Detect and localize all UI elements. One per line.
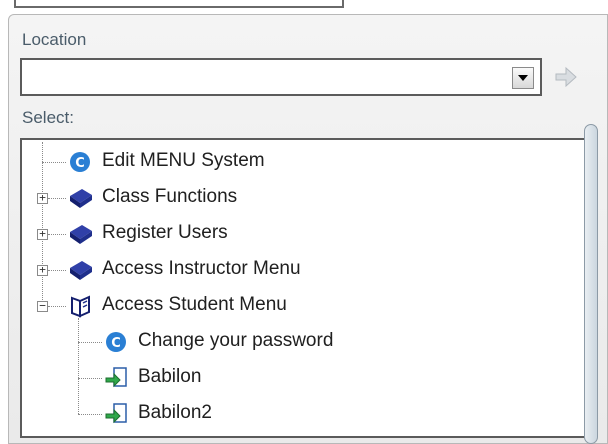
collapse-button[interactable]: − [37,300,48,312]
tree-item-access-instructor-menu[interactable]: Access Instructor Menu [68,256,388,286]
tree-connector [48,198,66,199]
cs-logo-icon: C [106,332,126,352]
tree-connector [48,306,66,307]
expand-button[interactable]: + [37,192,48,204]
cs-logo-icon: C [70,152,90,172]
tree-connector [48,234,66,235]
book-icon [70,261,92,280]
svg-text:C: C [111,336,121,351]
tree-connector [78,414,102,415]
tree-connector [78,378,102,379]
link-arrow-icon [105,367,127,388]
location-input[interactable] [26,64,510,92]
tree-item-edit-menu-system[interactable]: C Edit MENU System [68,148,368,178]
arrow-right-icon [555,66,577,88]
location-dropdown-button[interactable] [512,67,534,89]
tree-item-label: Access Instructor Menu [102,258,301,279]
tree-connector [42,142,43,310]
tree-item-class-functions[interactable]: Class Functions [68,184,368,214]
book-icon [70,225,92,244]
tree-connector [78,342,102,343]
tree-connector [78,318,79,414]
link-arrow-icon [105,403,127,424]
select-label: Select: [22,108,74,127]
tree-item-label: Edit MENU System [102,150,265,171]
tree-item-label: Class Functions [102,186,238,207]
tree-item-label: Change your password [138,330,334,351]
tree-item-register-users[interactable]: Register Users [68,220,368,250]
location-label: Location [22,30,87,49]
tree-connector [42,162,66,163]
expand-button[interactable]: + [37,228,48,240]
tree-item-babilon2[interactable]: Babilon2 [104,400,404,430]
vertical-scrollbar[interactable] [584,124,598,444]
window-fragment [14,0,344,8]
book-icon [70,189,92,208]
location-combobox[interactable] [20,58,542,96]
tree-item-change-your-password[interactable]: C Change your password [104,328,424,358]
tree-connector [48,270,66,271]
go-button[interactable] [552,64,580,90]
tree-item-label: Access Student Menu [102,294,287,315]
svg-text:C: C [75,156,85,171]
chevron-down-icon [518,75,528,81]
tree-item-babilon[interactable]: Babilon [104,364,404,394]
tree-item-label: Babilon [138,366,202,387]
open-book-icon [71,295,90,318]
expand-button[interactable]: + [37,264,48,276]
menu-tree[interactable]: + + + − C Edit MENU System Class Functio… [20,138,596,438]
tree-item-label: Babilon2 [138,402,212,423]
tree-item-access-student-menu[interactable]: Access Student Menu [68,292,388,322]
tree-item-label: Register Users [102,222,228,243]
